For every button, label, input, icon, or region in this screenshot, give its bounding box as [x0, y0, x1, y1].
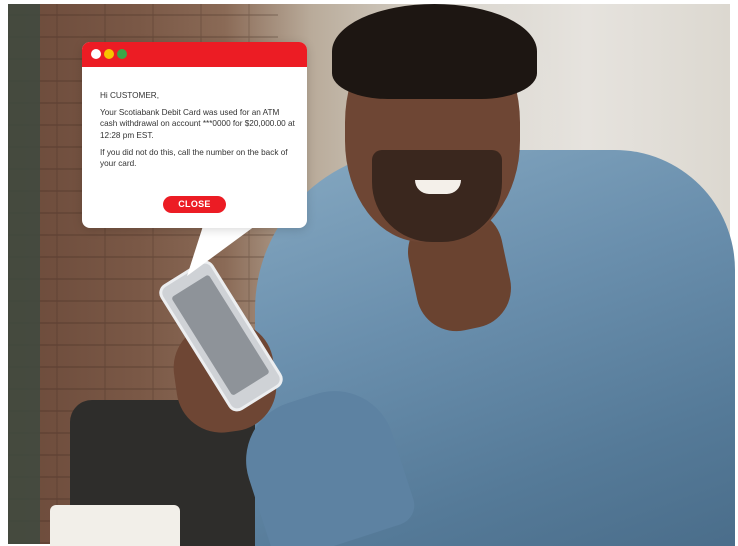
- window-dot-yellow-icon: [104, 49, 114, 59]
- window-dot-green-icon: [117, 49, 127, 59]
- man-smile: [415, 180, 461, 194]
- mug: [50, 505, 180, 546]
- instruction-text: If you did not do this, call the number …: [100, 147, 288, 169]
- popup-message: Hi CUSTOMER, Your Scotiabank Debit Card …: [100, 90, 295, 175]
- window-dot-white-icon: [91, 49, 101, 59]
- popup-title-bar: [82, 42, 307, 67]
- notification-popup: Hi CUSTOMER, Your Scotiabank Debit Card …: [82, 42, 307, 228]
- speech-bubble-tail: [187, 226, 255, 276]
- man-hair: [332, 4, 537, 99]
- alert-text: Your Scotiabank Debit Card was used for …: [100, 108, 295, 140]
- dark-side-panel: [8, 4, 40, 544]
- greeting-text: Hi CUSTOMER,: [100, 91, 159, 100]
- close-button[interactable]: CLOSE: [163, 196, 226, 213]
